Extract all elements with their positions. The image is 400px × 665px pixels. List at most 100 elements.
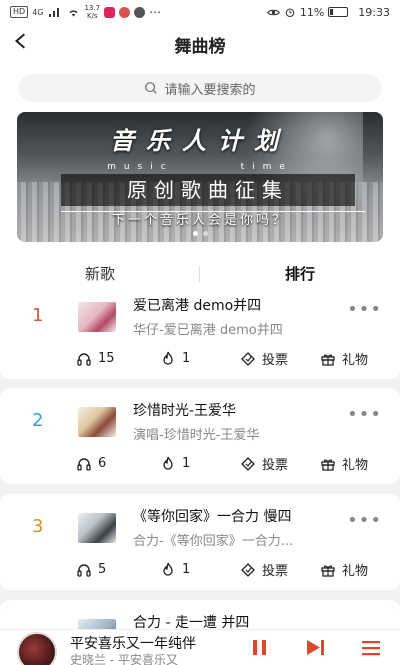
banner-sub-left: music <box>107 162 174 172</box>
song-stats: 5 1 投票 礼物 <box>76 560 380 579</box>
like-count-value: 1 <box>182 456 191 471</box>
network-speed-unit: K/s <box>86 12 98 20</box>
listen-count-value: 6 <box>98 456 107 471</box>
gift-icon <box>321 354 335 366</box>
gift-icon <box>321 459 335 471</box>
playlist-icon[interactable] <box>360 639 382 657</box>
song-cover <box>78 513 116 543</box>
search-container: 请输入要搜索的 <box>0 64 400 108</box>
search-input[interactable]: 请输入要搜索的 <box>18 74 382 102</box>
rank-number: 3 <box>32 516 44 537</box>
tab-divider <box>199 266 200 282</box>
more-notifications-icon: ⋯ <box>149 5 162 19</box>
gift-label: 礼物 <box>342 353 369 368</box>
more-icon[interactable]: ••• <box>347 301 382 319</box>
song-cover <box>78 302 116 332</box>
vote-button[interactable]: 投票 <box>240 560 320 579</box>
headphones-icon <box>77 352 91 366</box>
network-speed-value: 13.7 <box>84 4 101 12</box>
gift-label: 礼物 <box>342 458 369 473</box>
vote-icon <box>241 456 255 471</box>
app-header: 舞曲榜 <box>0 24 400 64</box>
tab-ranking[interactable]: 排行 <box>200 263 400 284</box>
like-count-value: 1 <box>182 562 191 577</box>
banner-container: 音乐人计划 music time 原创歌曲征集 下一个音乐人会是你吗？ <box>0 108 400 252</box>
song-title: 《等你回家》一合力 慢四 <box>133 509 292 525</box>
status-bar: HD 4G 13.7 K/s ⋯ 11% 19:33 <box>0 0 400 24</box>
vote-label: 投票 <box>262 564 289 579</box>
signal-icon <box>49 8 60 17</box>
headphones-icon <box>77 457 91 471</box>
like-count: 1 <box>160 456 240 472</box>
pause-icon[interactable] <box>250 639 270 656</box>
network-speed: 13.7 K/s <box>84 4 100 20</box>
song-title: 爱已离港 demo并四 <box>133 298 262 314</box>
carousel-dot[interactable] <box>192 231 198 236</box>
status-left: HD 4G 13.7 K/s ⋯ <box>10 4 161 20</box>
status-right: 11% 19:33 <box>267 6 390 19</box>
song-subtitle: 演唱-珍惜时光-王爱华 <box>133 428 260 443</box>
player-album-art[interactable] <box>17 632 57 665</box>
song-title: 珍惜时光-王爱华 <box>133 403 237 419</box>
listen-count-value: 5 <box>98 562 107 577</box>
more-icon[interactable]: ••• <box>347 406 382 424</box>
alarm-icon <box>285 8 295 18</box>
search-placeholder: 请输入要搜索的 <box>164 82 256 98</box>
song-subtitle: 华仔-爱已离港 demo并四 <box>133 323 283 338</box>
song-card[interactable]: 1 爱已离港 demo并四 华仔-爱已离港 demo并四 ••• 15 1 投票… <box>0 283 400 379</box>
more-icon[interactable]: ••• <box>347 512 382 530</box>
tab-new-songs[interactable]: 新歌 <box>0 263 200 284</box>
message-notification-icon <box>134 6 146 18</box>
back-button[interactable] <box>12 32 30 55</box>
player-song-title: 平安喜乐又一年纯伴 <box>70 636 196 652</box>
vote-label: 投票 <box>262 458 289 473</box>
listen-count: 15 <box>76 351 160 367</box>
rank-number: 2 <box>32 410 44 431</box>
banner-sub-right: time <box>240 162 293 172</box>
flame-icon <box>163 351 173 365</box>
headphones-icon <box>77 563 91 577</box>
flame-icon <box>163 562 173 576</box>
mini-player[interactable]: 平安喜乐又一年纯伴 史晓兰 - 平安喜乐又 <box>0 629 400 665</box>
vote-icon <box>241 562 255 577</box>
wifi-icon <box>69 9 79 17</box>
song-card[interactable]: 2 珍惜时光-王爱华 演唱-珍惜时光-王爱华 ••• 6 1 投票 礼物 <box>0 388 400 484</box>
player-song-subtitle: 史晓兰 - 平安喜乐又 <box>70 653 178 665</box>
page-title: 舞曲榜 <box>174 36 226 57</box>
banner-headline: 原创歌曲征集 <box>61 174 355 206</box>
carousel-dot[interactable] <box>202 231 208 236</box>
gift-icon <box>321 565 335 577</box>
vote-button[interactable]: 投票 <box>240 349 320 368</box>
listen-count: 5 <box>76 562 160 578</box>
signal-label: 4G <box>32 7 44 17</box>
rank-number: 1 <box>32 305 44 326</box>
weibo-notification-icon <box>119 6 131 18</box>
song-cover <box>78 407 116 437</box>
clock: 19:33 <box>358 5 390 19</box>
song-stats: 15 1 投票 礼物 <box>76 349 380 368</box>
flame-icon <box>163 456 173 470</box>
like-count: 1 <box>160 351 240 367</box>
vote-icon <box>241 351 255 366</box>
battery-icon <box>328 7 349 17</box>
next-icon[interactable] <box>305 639 327 656</box>
like-count: 1 <box>160 562 240 578</box>
banner-tagline: 下一个音乐人会是你吗？ <box>111 213 288 228</box>
like-count-value: 1 <box>182 351 191 366</box>
eye-icon <box>267 9 280 15</box>
vote-label: 投票 <box>262 353 289 368</box>
gift-button[interactable]: 礼物 <box>320 349 368 368</box>
song-stats: 6 1 投票 礼物 <box>76 454 380 473</box>
listen-count-value: 15 <box>98 351 115 366</box>
gift-label: 礼物 <box>342 564 369 579</box>
song-card[interactable]: 3 《等你回家》一合力 慢四 合力-《等你回家》一合力... ••• 5 1 投… <box>0 494 400 590</box>
vote-button[interactable]: 投票 <box>240 454 320 473</box>
app-notification-icon <box>104 6 116 18</box>
gift-button[interactable]: 礼物 <box>320 454 368 473</box>
banner-title: 音乐人计划 <box>110 127 290 155</box>
gift-button[interactable]: 礼物 <box>320 560 368 579</box>
listen-count: 6 <box>76 456 160 472</box>
carousel-indicator <box>17 231 383 236</box>
promo-banner[interactable]: 音乐人计划 music time 原创歌曲征集 下一个音乐人会是你吗？ <box>17 112 383 242</box>
back-arrow-icon <box>14 33 26 49</box>
